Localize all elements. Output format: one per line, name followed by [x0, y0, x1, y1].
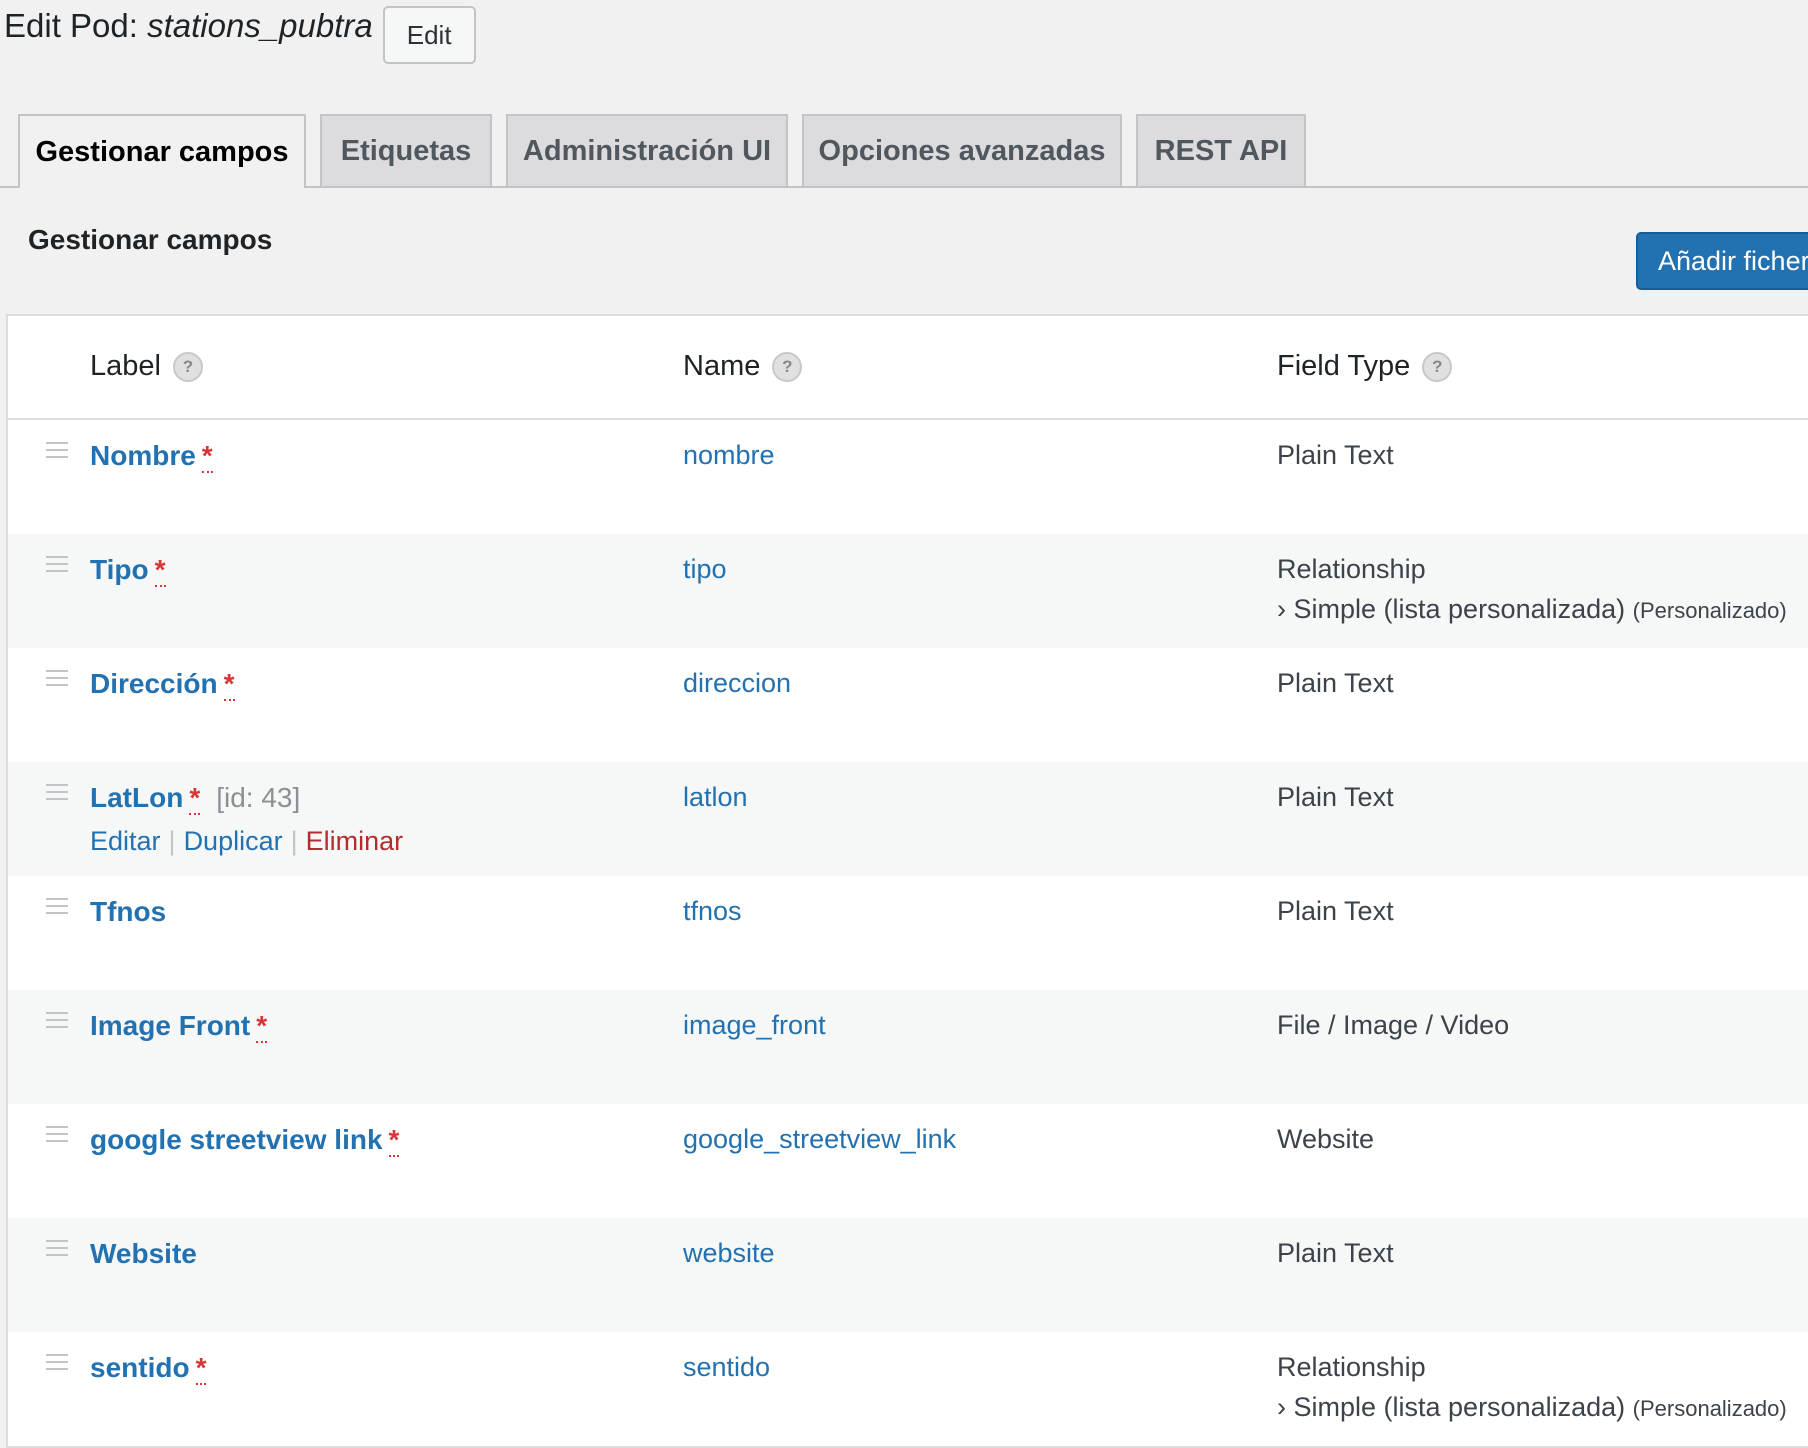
field-type: Plain Text [1277, 668, 1394, 698]
field-name[interactable]: website [683, 1238, 775, 1269]
field-name[interactable]: tfnos [683, 896, 742, 927]
tab-gestionar-campos[interactable]: Gestionar campos [18, 114, 306, 188]
field-name[interactable]: nombre [683, 440, 775, 471]
column-label-text: Label [90, 350, 161, 382]
field-label-link[interactable]: Image Front [90, 1010, 250, 1041]
drag-handle-icon[interactable] [46, 898, 68, 919]
field-label-cell: Nombre * [90, 440, 213, 473]
field-label-cell: sentido * [90, 1352, 207, 1385]
pod-name: stations_pubtra [147, 7, 373, 44]
required-indicator: * [195, 1352, 207, 1385]
table-row: Tfnos tfnos Plain Text [8, 876, 1808, 990]
drag-handle-icon[interactable] [46, 556, 68, 577]
field-label-link[interactable]: Tfnos [90, 896, 166, 927]
table-row: google streetview link * google_streetview… [8, 1104, 1808, 1218]
field-name[interactable]: latlon [683, 782, 748, 813]
field-label-link[interactable]: Nombre [90, 440, 196, 471]
tab-opciones-avanzadas[interactable]: Opciones avanzadas [802, 114, 1122, 186]
field-subtype: › Simple (lista personalizada) (Personal… [1277, 594, 1787, 625]
field-label-cell: Tfnos [90, 896, 166, 928]
fields-table: Label ? Name ? Field Type ? Nombre * nombr… [6, 314, 1808, 1448]
field-type: Plain Text [1277, 440, 1394, 470]
drag-handle-icon[interactable] [46, 1354, 68, 1375]
field-label-cell: LatLon * [id: 43] [90, 782, 301, 815]
field-label-link[interactable]: LatLon [90, 782, 183, 813]
field-label-cell: Dirección * [90, 668, 235, 701]
tab-etiquetas[interactable]: Etiquetas [320, 114, 492, 186]
column-field-type: Field Type ? [1277, 350, 1453, 383]
section-title: Gestionar campos [28, 224, 273, 255]
table-row: Website website Plain Text [8, 1218, 1808, 1332]
column-field-type-text: Field Type [1277, 350, 1411, 382]
help-icon[interactable]: ? [172, 351, 203, 382]
tab-rest-api[interactable]: REST API [1136, 114, 1306, 186]
field-subtype-text: › Simple (lista personalizada) [1277, 594, 1626, 624]
required-indicator: * [201, 440, 213, 473]
field-label-cell: google streetview link * [90, 1124, 400, 1157]
required-indicator: * [388, 1124, 400, 1157]
duplicate-field-link[interactable]: Duplicar [184, 826, 283, 856]
table-row: LatLon * [id: 43] Editar | Duplicar | Eliminar l… [8, 762, 1808, 876]
column-label: Label ? [90, 350, 203, 383]
column-name: Name ? [683, 350, 803, 383]
field-id: [id: 43] [216, 782, 301, 813]
row-actions: Editar | Duplicar | Eliminar [90, 826, 403, 857]
field-label-link[interactable]: Dirección [90, 668, 218, 699]
edit-pod-button[interactable]: Edit [382, 6, 476, 64]
field-type: Plain Text [1277, 896, 1394, 926]
field-name[interactable]: direccion [683, 668, 791, 699]
drag-handle-icon[interactable] [46, 1126, 68, 1147]
field-label-link[interactable]: Tipo [90, 554, 149, 585]
column-name-text: Name [683, 350, 761, 382]
field-label-link[interactable]: google streetview link [90, 1124, 383, 1155]
field-subtype-note: (Personalizado) [1632, 598, 1787, 623]
drag-handle-icon[interactable] [46, 442, 68, 463]
help-icon[interactable]: ? [772, 351, 803, 382]
field-label-cell: Tipo * [90, 554, 166, 587]
table-header: Label ? Name ? Field Type ? [8, 316, 1808, 420]
page-title: Edit Pod: stations_pubtra [4, 4, 373, 48]
field-name[interactable]: tipo [683, 554, 727, 585]
field-name[interactable]: google_streetview_link [683, 1124, 956, 1155]
page-header: Edit Pod: stations_pubtra Edit [4, 4, 476, 64]
required-indicator: * [189, 782, 201, 815]
field-type: File / Image / Video [1277, 1010, 1510, 1040]
separator: | [290, 826, 298, 856]
drag-handle-icon[interactable] [46, 1012, 68, 1033]
table-row: Tipo * tipo Relationship › Simple (lista per… [8, 534, 1808, 648]
field-type: Website [1277, 1124, 1375, 1154]
table-body: Nombre * nombre Plain Text Tipo * tipo Relation… [8, 420, 1808, 1446]
field-subtype: › Simple (lista personalizada) (Personal… [1277, 1392, 1787, 1423]
drag-handle-icon[interactable] [46, 670, 68, 691]
field-type: Relationship [1277, 1352, 1426, 1382]
field-type: Plain Text [1277, 1238, 1394, 1268]
table-row: sentido * sentido Relationship › Simple (lis… [8, 1332, 1808, 1446]
table-row: Image Front * image_front File / Image / Vi… [8, 990, 1808, 1104]
drag-handle-icon[interactable] [46, 1240, 68, 1261]
required-indicator: * [154, 554, 166, 587]
field-label-link[interactable]: sentido [90, 1352, 190, 1383]
add-field-button[interactable]: Añadir fichero [1636, 232, 1808, 290]
separator: | [168, 826, 176, 856]
required-indicator: * [223, 668, 235, 701]
table-row: Dirección * direccion Plain Text [8, 648, 1808, 762]
title-prefix: Edit Pod: [4, 7, 148, 44]
tab-bar: Gestionar campos Etiquetas Administració… [0, 114, 1808, 188]
field-label-cell: Website [90, 1238, 197, 1270]
required-indicator: * [256, 1010, 268, 1043]
field-type: Plain Text [1277, 782, 1394, 812]
drag-handle-icon[interactable] [46, 784, 68, 805]
field-label-cell: Image Front * [90, 1010, 268, 1043]
edit-field-link[interactable]: Editar [90, 826, 161, 856]
field-subtype-note: (Personalizado) [1632, 1396, 1787, 1421]
field-name[interactable]: image_front [683, 1010, 826, 1041]
help-icon[interactable]: ? [1422, 351, 1453, 382]
field-name[interactable]: sentido [683, 1352, 770, 1383]
table-row: Nombre * nombre Plain Text [8, 420, 1808, 534]
field-label-link[interactable]: Website [90, 1238, 197, 1269]
delete-field-link[interactable]: Eliminar [306, 826, 404, 856]
field-subtype-text: › Simple (lista personalizada) [1277, 1392, 1626, 1422]
tab-administracion-ui[interactable]: Administración UI [506, 114, 788, 186]
field-type: Relationship [1277, 554, 1426, 584]
